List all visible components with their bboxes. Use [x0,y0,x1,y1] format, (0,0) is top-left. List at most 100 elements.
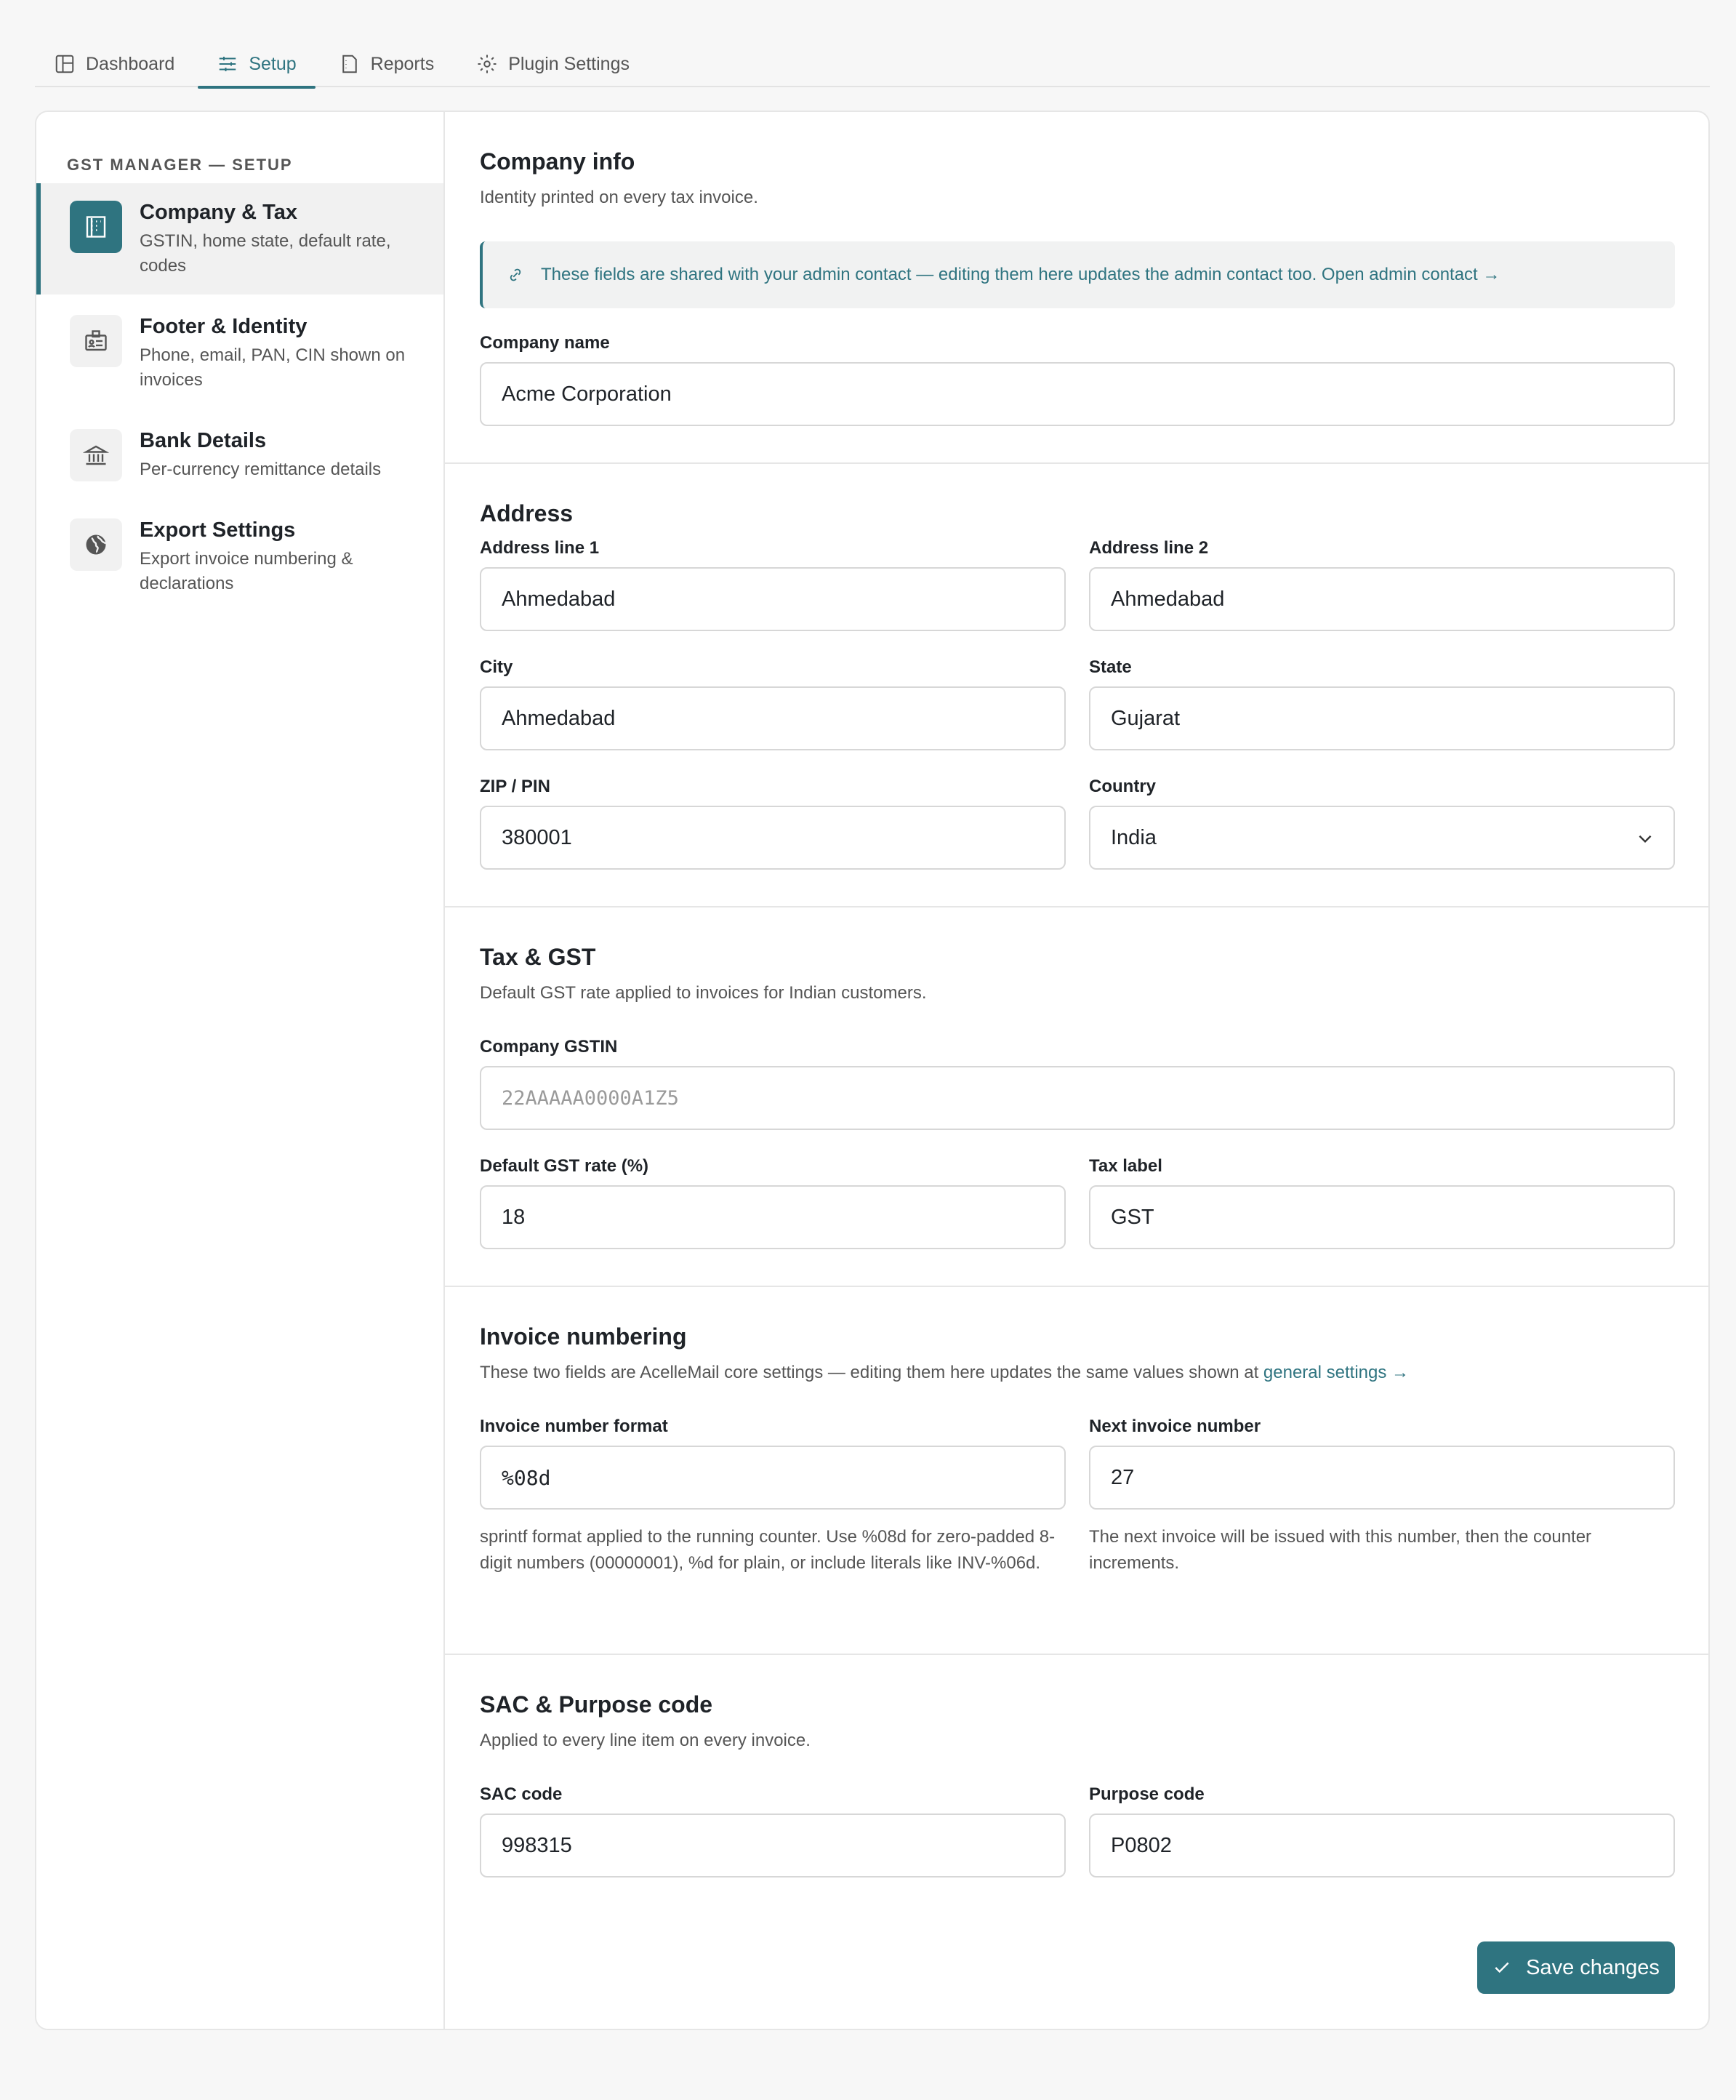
sidebar-item-bank-details[interactable]: Bank Details Per-currency remittance det… [36,412,443,498]
sidebar-item-label: Footer & Identity [140,315,308,338]
sidebar-item-export-settings[interactable]: Export Settings Export invoice numbering… [36,501,443,612]
sidebar-item-desc: Phone, email, PAN, CIN shown on invoices [140,345,406,390]
country-select[interactable]: India [1089,806,1675,870]
input-value: Acme Corporation [502,382,672,406]
sac-code-input[interactable]: 998315 [480,1814,1066,1877]
input-value: 27 [1111,1465,1135,1489]
chevron-down-icon [1639,835,1652,843]
input-value: P0802 [1111,1833,1172,1857]
input-value: 18 [502,1205,526,1229]
shared-fields-notice[interactable]: These fields are shared with your admin … [480,241,1675,308]
tax-label-label: Tax label [1089,1156,1162,1176]
next-invoice-label: Next invoice number [1089,1416,1261,1436]
next-invoice-input[interactable]: 27 [1089,1446,1675,1510]
sidebar-icon-box [70,201,122,253]
main-panel: Company info Identity printed on every t… [445,112,1708,2029]
company-name-label: Company name [480,333,610,353]
invoice-format-label: Invoice number format [480,1416,668,1436]
tax-label-input[interactable]: GST [1089,1185,1675,1249]
address-line1-label: Address line 1 [480,538,600,558]
purpose-code-label: Purpose code [1089,1784,1205,1804]
tab-label: Setup [249,53,297,74]
link-icon [510,268,521,281]
input-placeholder: 22AAAAA0000A1Z5 [502,1086,679,1110]
company-name-input[interactable]: Acme Corporation [480,362,1675,426]
layout-icon [55,55,74,73]
input-value: Gujarat [1111,706,1181,730]
sidebar-icon-box [70,518,122,571]
address-line2-input[interactable]: Ahmedabad [1089,567,1675,631]
sidebar-item-footer-identity[interactable]: Footer & Identity Phone, email, PAN, CIN… [36,297,443,409]
input-value: %08d [502,1465,551,1490]
building-icon [86,216,106,238]
check-icon [1495,1962,1509,1973]
sac-code-label: SAC code [480,1784,563,1804]
address-line2-label: Address line 2 [1089,538,1209,558]
section-subtitle: Identity printed on every tax invoice. [480,188,758,207]
gear-icon [478,55,497,73]
purpose-code-input[interactable]: P0802 [1089,1814,1675,1877]
sidebar-item-desc: Per-currency remittance details [140,460,382,479]
globe-icon [86,534,107,555]
section-title: Address [480,500,574,526]
section-subtitle: Applied to every line item on every invo… [480,1731,811,1750]
city-label: City [480,657,513,677]
zip-label: ZIP / PIN [480,777,550,796]
select-value: India [1111,825,1157,849]
tab-label: Reports [370,53,435,74]
state-input[interactable]: Gujarat [1089,686,1675,750]
section-title: Invoice numbering [480,1323,687,1350]
input-value: 998315 [502,1833,572,1857]
input-value: Ahmedabad [1111,587,1225,611]
section-subtitle: These two fields are AcelleMail core set… [480,1363,1409,1383]
sidebar-item-label: Export Settings [140,518,296,542]
tab-label: Plugin Settings [508,53,630,74]
tab-setup[interactable]: Setup [198,41,316,89]
input-value: Ahmedabad [502,587,616,611]
gst-rate-label: Default GST rate (%) [480,1156,649,1176]
tab-label: Dashboard [86,53,175,74]
section-subtitle: Default GST rate applied to invoices for… [480,983,927,1003]
section-address: Address Address line 1 Address line 2 Ah… [445,464,1708,907]
subtitle-text: These two fields are AcelleMail core set… [480,1363,1259,1382]
section-title: Company info [480,148,635,175]
sidebar-icon-box [70,315,122,367]
section-tax-gst: Tax & GST Default GST rate applied to in… [445,907,1708,1287]
section-invoice-numbering: Invoice numbering These two fields are A… [445,1287,1708,1655]
settings-card: GST MANAGER — SETUP Company & Tax GSTIN,… [35,111,1710,2030]
zip-input[interactable]: 380001 [480,806,1066,870]
sidebar-item-company-tax[interactable]: Company & Tax GSTIN, home state, default… [36,183,443,294]
report-icon [342,55,357,73]
general-settings-link[interactable]: general settings → [1263,1363,1409,1382]
tab-dashboard[interactable]: Dashboard [35,41,193,87]
address-line1-input[interactable]: Ahmedabad [480,567,1066,631]
sidebar-icon-box [70,429,122,481]
bank-icon [83,445,109,465]
country-label: Country [1089,777,1156,796]
sidebar-title: GST MANAGER — SETUP [67,156,293,174]
sidebar-item-label: Company & Tax [140,201,298,224]
section-company-info: Company info Identity printed on every t… [445,112,1708,464]
tab-plugin-settings[interactable]: Plugin Settings [457,41,648,87]
input-value: Ahmedabad [502,706,616,730]
sidebar: GST MANAGER — SETUP Company & Tax GSTIN,… [36,112,445,2029]
sidebar-item-desc: Export invoice numbering & declarations [140,549,353,593]
id-card-icon [85,330,107,351]
invoice-format-help: sprintf format applied to the running co… [480,1527,1056,1573]
invoice-format-input[interactable]: %08d [480,1446,1066,1510]
section-title: SAC & Purpose code [480,1691,713,1718]
state-label: State [1089,657,1132,677]
city-input[interactable]: Ahmedabad [480,686,1066,750]
input-value: 380001 [502,825,572,849]
input-value: GST [1111,1205,1154,1229]
save-label: Save changes [1526,1955,1660,1979]
tab-reports[interactable]: Reports [320,41,454,87]
next-invoice-help: The next invoice will be issued with thi… [1089,1527,1592,1573]
section-title: Tax & GST [480,944,596,970]
sidebar-item-label: Bank Details [140,429,267,452]
gstin-input[interactable]: 22AAAAA0000A1Z5 [480,1066,1675,1130]
gst-rate-input[interactable]: 18 [480,1185,1066,1249]
sidebar-item-desc: GSTIN, home state, default rate, codes [140,231,391,276]
sliders-icon [220,57,236,71]
save-button[interactable]: Save changes [1477,1941,1675,1994]
